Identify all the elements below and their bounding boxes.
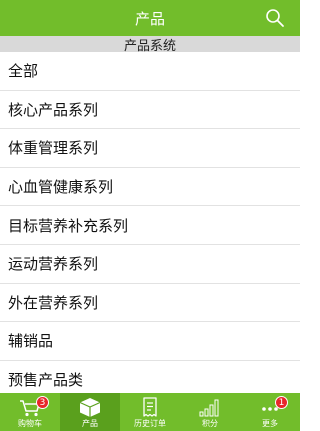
app-header: 产品 — [0, 0, 300, 36]
bottom-tab-bar: 购物车 3 产品 历史订单 积分 更多 1 — [0, 393, 300, 431]
tab-products-label: 产品 — [82, 419, 98, 428]
section-title: 产品系统 — [123, 38, 176, 54]
category-item-core[interactable]: 核心产品系列 — [0, 91, 300, 130]
category-item-sports[interactable]: 运动营养系列 — [0, 245, 300, 284]
tab-orders-label: 历史订单 — [134, 419, 166, 428]
receipt-icon — [143, 397, 157, 417]
bar-chart-icon — [199, 399, 219, 417]
category-label: 外在营养系列 — [8, 293, 99, 312]
category-item-heart[interactable]: 心血管健康系列 — [0, 168, 300, 207]
tab-orders[interactable]: 历史订单 — [120, 393, 180, 431]
category-label: 核心产品系列 — [8, 100, 99, 119]
category-label: 辅销品 — [8, 332, 54, 351]
category-label: 心血管健康系列 — [8, 178, 114, 197]
page-title: 产品 — [134, 9, 165, 28]
tab-more-label: 更多 — [262, 419, 278, 428]
category-item-accessories[interactable]: 辅销品 — [0, 322, 300, 361]
category-item-weight[interactable]: 体重管理系列 — [0, 129, 300, 168]
category-item-all[interactable]: 全部 — [0, 52, 300, 91]
tab-cart[interactable]: 购物车 3 — [0, 393, 60, 431]
search-icon[interactable] — [264, 8, 286, 28]
tab-points-label: 积分 — [202, 419, 218, 428]
category-label: 目标营养补充系列 — [8, 216, 129, 235]
tab-points[interactable]: 积分 — [180, 393, 240, 431]
category-item-presale[interactable]: 预售产品类 — [0, 361, 300, 393]
tab-more[interactable]: 更多 1 — [240, 393, 300, 431]
section-header: 产品系统 — [0, 36, 300, 54]
category-label: 预售产品类 — [8, 371, 84, 390]
category-list: 全部 核心产品系列 体重管理系列 心血管健康系列 目标营养补充系列 运动营养系列… — [0, 52, 300, 393]
category-item-outer[interactable]: 外在营养系列 — [0, 284, 300, 323]
tab-products[interactable]: 产品 — [60, 393, 120, 431]
more-count-badge: 1 — [275, 396, 288, 409]
cart-count-badge: 3 — [36, 396, 49, 409]
category-label: 运动营养系列 — [8, 255, 99, 274]
box-icon — [79, 398, 101, 417]
tab-cart-label: 购物车 — [18, 419, 42, 428]
category-item-targeted[interactable]: 目标营养补充系列 — [0, 206, 300, 245]
category-label: 体重管理系列 — [8, 139, 99, 158]
category-label: 全部 — [8, 62, 39, 81]
